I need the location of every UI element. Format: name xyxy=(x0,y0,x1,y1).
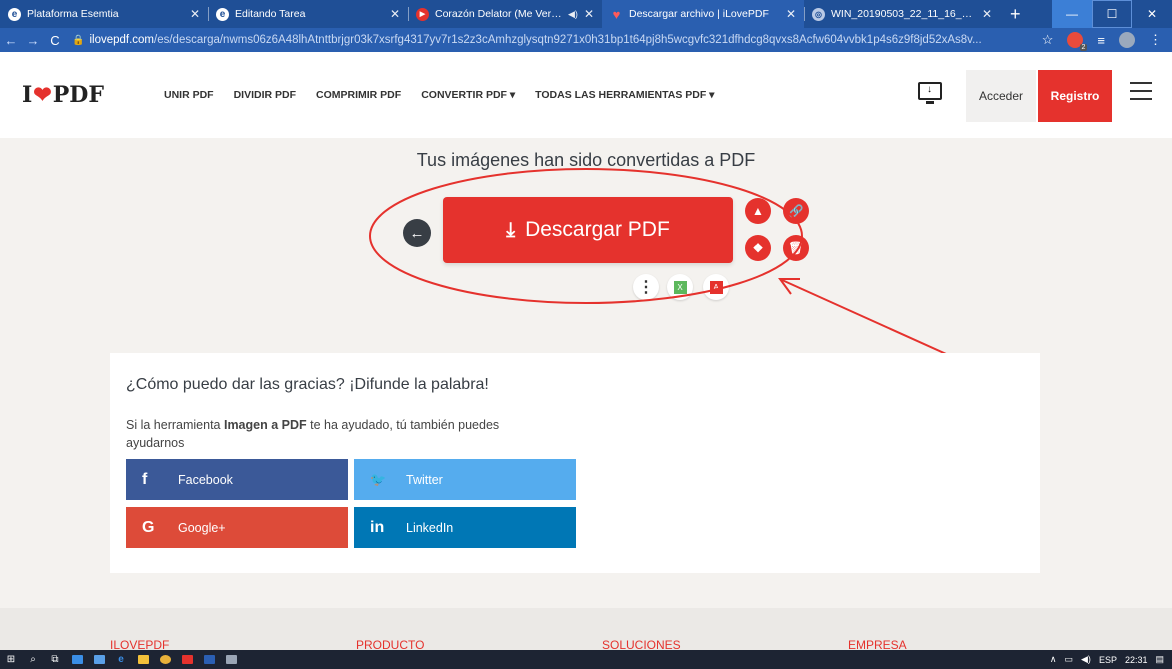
more-options-button[interactable]: ⋮ xyxy=(633,274,659,300)
page-title: Tus imágenes han sido convertidas a PDF xyxy=(416,150,756,170)
link-icon: 🔗 xyxy=(788,204,804,218)
nav-comprimir-pdf[interactable]: COMPRIMIR PDF xyxy=(316,89,401,101)
share-link-button[interactable]: 🔗 xyxy=(783,198,809,224)
reload-icon[interactable]: C xyxy=(44,33,66,48)
chrome-icon[interactable] xyxy=(154,650,176,669)
network-icon[interactable]: ▭ xyxy=(1065,654,1074,665)
share-description: Si la herramienta Imagen a PDF te ha ayu… xyxy=(126,418,500,450)
dropbox-icon: ❖ xyxy=(752,241,764,255)
close-icon[interactable]: ✕ xyxy=(982,7,992,21)
share-title: ¿Cómo puedo dar las gracias? ¡Difunde la… xyxy=(126,376,489,393)
back-arrow-icon[interactable]: ← xyxy=(0,33,22,48)
google-drive-icon: ▲ xyxy=(752,204,764,218)
minimize-icon[interactable]: — xyxy=(1052,0,1092,28)
back-button[interactable]: ← xyxy=(403,219,431,247)
new-tab-button[interactable]: + xyxy=(1000,0,1031,28)
facebook-icon: f xyxy=(142,470,148,488)
extension-icon[interactable]: 2 xyxy=(1067,32,1088,51)
edge-icon: e xyxy=(8,7,21,21)
trash-icon: 🗑 xyxy=(788,241,804,255)
language-indicator[interactable]: ESP xyxy=(1099,655,1117,665)
delete-button[interactable]: 🗑 xyxy=(783,235,809,261)
url-field[interactable]: 🔒 ilovepdf.com /es/descarga/nwms06z6A48l… xyxy=(72,34,1032,46)
taskbar-app-icon[interactable] xyxy=(66,650,88,669)
site-footer: ILOVEPDF PRODUCTO SOLUCIONES EMPRESA xyxy=(0,608,1172,652)
download-pdf-button[interactable]: ⤓ Descargar PDF xyxy=(443,197,733,263)
window-close-icon[interactable]: ✕ xyxy=(1132,0,1172,28)
convert-excel-button[interactable]: X xyxy=(667,274,693,300)
heart-icon: ❤ xyxy=(33,82,52,108)
nav-todas-herramientas[interactable]: TODAS LAS HERRAMIENTAS PDF ▾ xyxy=(535,89,714,101)
file-explorer-icon[interactable] xyxy=(132,650,154,669)
browser-tab-editando-tarea[interactable]: e Editando Tarea ✕ xyxy=(208,0,408,28)
globe-icon: ◎ xyxy=(812,7,825,21)
close-icon[interactable]: ✕ xyxy=(786,7,796,21)
browser-tab-win-pdf[interactable]: ◎ WIN_20190503_22_11_16_Pro.p ✕ xyxy=(804,0,1000,28)
word-icon[interactable] xyxy=(198,650,220,669)
notifications-icon[interactable]: ▤ xyxy=(1155,654,1164,665)
linkedin-icon: in xyxy=(370,518,385,536)
close-icon[interactable]: ✕ xyxy=(190,7,200,21)
chevron-up-icon[interactable]: ∧ xyxy=(1050,654,1057,665)
maximize-icon[interactable]: ☐ xyxy=(1092,0,1132,28)
nav-convertir-pdf[interactable]: CONVERTIR PDF ▾ xyxy=(421,89,515,101)
paint-icon[interactable] xyxy=(220,650,242,669)
linkedin-share-button[interactable]: in LinkedIn xyxy=(354,507,576,548)
register-button[interactable]: Registro xyxy=(1038,70,1112,122)
heart-icon: ♥ xyxy=(612,6,621,22)
windows-taskbar: ⊞ ⌕ ⧉ e ∧ ▭ ◀) ESP 22:31 ▤ xyxy=(0,650,1172,669)
nav-dividir-pdf[interactable]: DIVIDIR PDF xyxy=(234,89,296,101)
edge-icon: e xyxy=(216,7,229,21)
kebab-menu-icon[interactable]: ⋮ xyxy=(1149,32,1162,48)
forward-arrow-icon[interactable]: → xyxy=(22,33,44,48)
browser-tab-bar: e Plataforma Esemtia ✕ e Editando Tarea … xyxy=(0,0,1172,28)
dropbox-button[interactable]: ❖ xyxy=(745,235,771,261)
share-card: ¿Cómo puedo dar las gracias? ¡Difunde la… xyxy=(110,353,1040,573)
audio-icon[interactable]: ◀) xyxy=(568,9,578,20)
kebab-icon: ⋮ xyxy=(638,279,654,296)
close-icon[interactable]: ✕ xyxy=(584,7,594,21)
pdf-icon: A xyxy=(709,280,723,294)
login-button[interactable]: Acceder xyxy=(966,70,1036,122)
site-header: I ❤ PDF UNIR PDF DIVIDIR PDF COMPRIMIR PDF… xyxy=(0,52,1172,138)
lock-icon: 🔒 xyxy=(72,34,85,46)
clock[interactable]: 22:31 xyxy=(1125,655,1148,665)
window-controls: — ☐ ✕ xyxy=(1052,0,1172,28)
main-nav: UNIR PDF DIVIDIR PDF COMPRIMIR PDF CONVE… xyxy=(164,89,714,101)
system-tray: ∧ ▭ ◀) ESP 22:31 ▤ xyxy=(1050,650,1164,669)
desktop-download-icon[interactable]: ↓ xyxy=(918,82,942,104)
browser-tab-esemtia[interactable]: e Plataforma Esemtia ✕ xyxy=(0,0,208,28)
twitter-icon: 🐦 xyxy=(370,471,387,487)
facebook-share-button[interactable]: f Facebook xyxy=(126,459,348,500)
google-plus-share-button[interactable]: G Google+ xyxy=(126,507,348,548)
volume-icon[interactable]: ◀) xyxy=(1081,654,1091,665)
google-icon: G xyxy=(142,518,155,536)
excel-icon: X xyxy=(673,280,687,294)
hamburger-menu-icon[interactable] xyxy=(1130,82,1152,106)
acrobat-icon[interactable] xyxy=(176,650,198,669)
address-bar: ← → C 🔒 ilovepdf.com /es/descarga/nwms06… xyxy=(0,28,1172,52)
star-icon[interactable]: ☆ xyxy=(1042,32,1054,48)
convert-pdf-button[interactable]: A xyxy=(703,274,729,300)
arrow-left-icon: ← xyxy=(409,224,425,242)
windows-start-icon[interactable]: ⊞ xyxy=(0,650,22,669)
download-icon: ⤓ xyxy=(506,218,516,241)
browser-tab-corazon-delator[interactable]: ▶ Corazón Delator (Me Verás ◀) ✕ xyxy=(408,0,602,28)
youtube-icon: ▶ xyxy=(416,7,429,21)
search-icon[interactable]: ⌕ xyxy=(22,650,44,669)
close-icon[interactable]: ✕ xyxy=(390,7,400,21)
store-icon[interactable] xyxy=(88,650,110,669)
ilovepdf-logo[interactable]: I ❤ PDF xyxy=(22,82,104,108)
profile-icon[interactable] xyxy=(1119,32,1135,48)
nav-unir-pdf[interactable]: UNIR PDF xyxy=(164,89,214,101)
google-drive-button[interactable]: ▲ xyxy=(745,198,771,224)
twitter-share-button[interactable]: 🐦 Twitter xyxy=(354,459,576,500)
browser-tab-ilovepdf[interactable]: ♥ Descargar archivo | iLovePDF ✕ xyxy=(602,0,804,28)
menu-lines-icon[interactable]: ≡ xyxy=(1097,33,1105,48)
task-view-icon[interactable]: ⧉ xyxy=(44,650,66,669)
annotation-arrowhead xyxy=(778,278,800,295)
edge-taskbar-icon[interactable]: e xyxy=(110,650,132,669)
